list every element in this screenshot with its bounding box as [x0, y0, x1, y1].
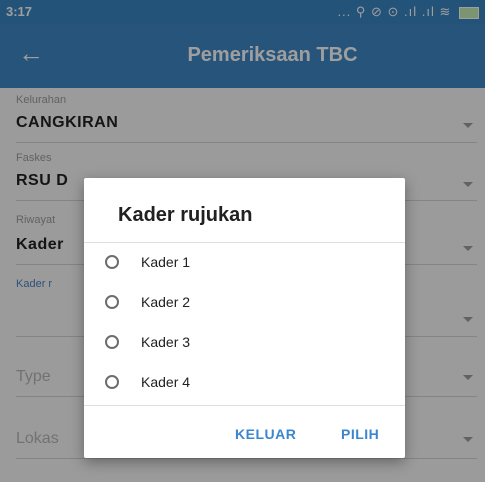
kader-rujukan-dialog: Kader rujukan Kader 1 Kader 2 Kader 3 Ka… [84, 178, 405, 458]
radio-unchecked-icon[interactable] [105, 335, 119, 349]
dialog-title: Kader rujukan [118, 204, 253, 226]
option-kader-2[interactable]: Kader 2 [84, 283, 405, 323]
option-kader-4[interactable]: Kader 4 [84, 363, 405, 403]
option-kader-3[interactable]: Kader 3 [84, 323, 405, 363]
cancel-button[interactable]: KELUAR [235, 426, 296, 442]
option-label: Kader 4 [141, 374, 191, 390]
confirm-button[interactable]: PILIH [341, 426, 379, 442]
dialog-divider [84, 405, 405, 406]
option-kader-1[interactable]: Kader 1 [84, 243, 405, 283]
radio-unchecked-icon[interactable] [105, 375, 119, 389]
option-label: Kader 1 [141, 254, 191, 270]
option-label: Kader 3 [141, 334, 191, 350]
radio-unchecked-icon[interactable] [105, 295, 119, 309]
option-label: Kader 2 [141, 294, 191, 310]
radio-unchecked-icon[interactable] [105, 255, 119, 269]
